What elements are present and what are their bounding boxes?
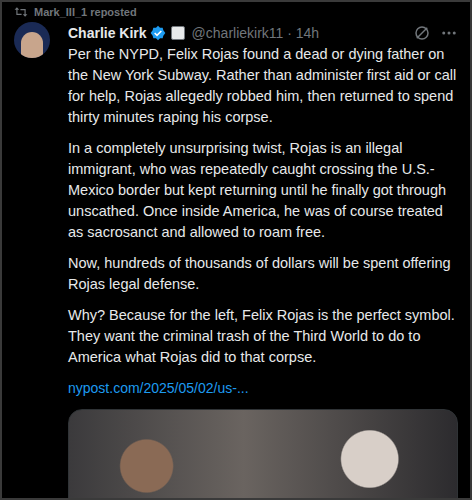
tweet-link[interactable]: nypost.com/2025/05/02/us-... bbox=[68, 378, 458, 399]
grok-icon[interactable] bbox=[413, 24, 431, 42]
repost-text: Mark_III_1 reposted bbox=[34, 6, 137, 18]
tweet-paragraph: Why? Because for the left, Felix Rojas i… bbox=[68, 305, 458, 368]
avatar-icon bbox=[21, 32, 43, 58]
author-meta: @charliekirk11 · 14h bbox=[192, 25, 320, 41]
verified-icon bbox=[150, 25, 166, 41]
tweet-content: Charlie Kirk @charliekirk11 · 14h Per the … bbox=[68, 22, 458, 500]
repost-header[interactable]: Mark_III_1 reposted bbox=[2, 2, 470, 20]
tweet-header: Charlie Kirk @charliekirk11 · 14h bbox=[68, 22, 458, 44]
affiliation-badge-icon[interactable] bbox=[171, 26, 185, 40]
tweet-screenshot: Mark_III_1 reposted Charlie Kirk @charliek… bbox=[0, 0, 472, 500]
tweet[interactable]: Charlie Kirk @charliekirk11 · 14h Per the … bbox=[2, 20, 470, 500]
author-name[interactable]: Charlie Kirk bbox=[68, 25, 147, 41]
tweet-paragraph: Now, hundreds of thousands of dollars wi… bbox=[68, 253, 458, 295]
avatar-image[interactable] bbox=[14, 22, 50, 58]
tweet-paragraph: Per the NYPD, Felix Rojas found a dead o… bbox=[68, 44, 458, 128]
more-icon[interactable] bbox=[440, 24, 458, 42]
tweet-photo[interactable] bbox=[68, 409, 458, 500]
repost-icon bbox=[14, 6, 28, 18]
tweet-paragraph: In a completely unsurprising twist, Roja… bbox=[68, 138, 458, 243]
